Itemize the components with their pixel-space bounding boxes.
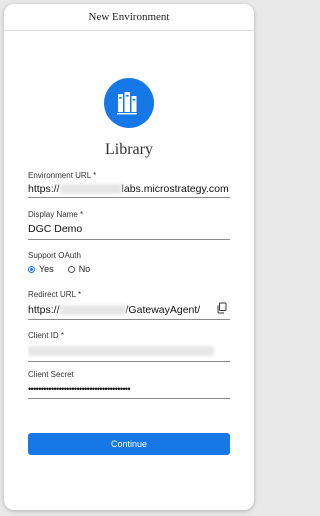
library-books-icon	[104, 78, 154, 128]
client-secret-field: Client Secret ••••••••••••••••••••••••••…	[28, 369, 230, 399]
app-name: Library	[105, 141, 153, 158]
environment-url-suffix: labs.microstrategy.com	[121, 183, 229, 195]
client-secret-label: Client Secret	[28, 370, 74, 379]
oauth-no-option[interactable]: No	[67, 264, 91, 274]
oauth-yes-label: Yes	[39, 264, 54, 274]
display-name-label: Display Name *	[28, 210, 84, 219]
redirect-url-field: Redirect URL * https:// /GatewayAgent/	[28, 289, 230, 320]
environment-url-field: Environment URL * https:// labs.microstr…	[28, 170, 230, 198]
redacted-text	[59, 184, 122, 194]
redirect-url-label: Redirect URL *	[28, 290, 82, 299]
oauth-no-radio[interactable]	[67, 265, 75, 273]
copy-icon[interactable]	[216, 302, 228, 314]
client-secret-input[interactable]: ••••••••••••••••••••••••••••••••••••••••	[28, 380, 230, 399]
new-environment-dialog: New Environment Library Environment URL …	[4, 4, 254, 510]
support-oauth-field: Support OAuth Yes No	[28, 250, 230, 274]
environment-url-label: Environment URL *	[28, 171, 97, 180]
redirect-url-suffix: /GatewayAgent/	[125, 303, 201, 316]
environment-url-prefix: https://	[28, 183, 60, 195]
redacted-text	[59, 304, 126, 315]
client-id-input[interactable]	[28, 341, 230, 362]
client-id-label: Client ID *	[28, 331, 65, 340]
dialog-title: New Environment	[4, 4, 254, 31]
client-secret-value: ••••••••••••••••••••••••••••••••••••••••	[28, 384, 131, 394]
continue-button[interactable]: Continue	[28, 433, 230, 455]
oauth-yes-option[interactable]: Yes	[28, 264, 54, 274]
display-name-field: Display Name * DGC Demo	[28, 209, 230, 240]
client-id-field: Client ID *	[28, 330, 230, 362]
oauth-yes-radio[interactable]	[28, 265, 35, 273]
redirect-url-input[interactable]: https:// /GatewayAgent/	[28, 300, 230, 320]
redirect-url-prefix: https://	[28, 303, 60, 316]
environment-url-input[interactable]: https:// labs.microstrategy.com	[28, 181, 230, 198]
display-name-input[interactable]: DGC Demo	[28, 220, 230, 240]
display-name-value: DGC Demo	[28, 223, 83, 235]
oauth-no-label: No	[78, 264, 91, 274]
redacted-text	[28, 346, 214, 356]
support-oauth-label: Support OAuth	[28, 251, 81, 260]
